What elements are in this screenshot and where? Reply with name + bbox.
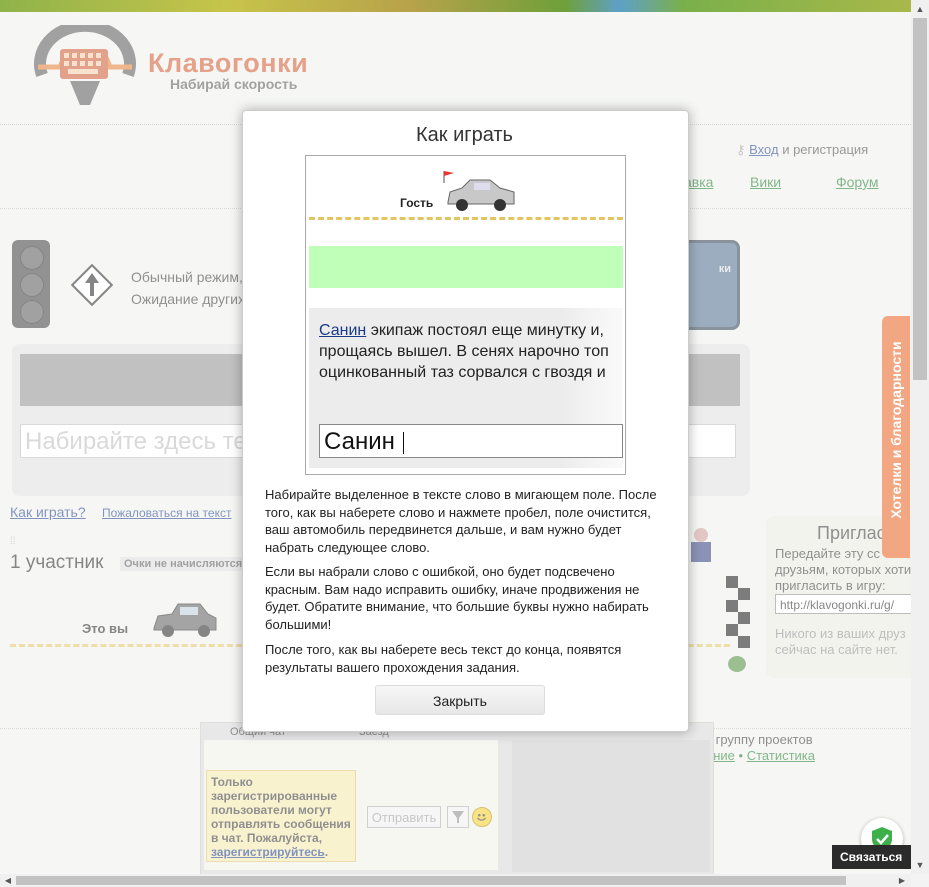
highlighted-word: Санин [319, 322, 367, 339]
demo-input-value: Санин [324, 428, 395, 455]
instruction-paragraph: Если вы набрали слово с ошибкой, оно буд… [265, 564, 649, 632]
demo-line3: оцинкованный таз сорвался с гвоздя и [319, 364, 606, 381]
demo-text-line: Санин экипаж постоял еще минутку и, [319, 320, 624, 341]
demo-line1: экипаж постоял еще минутку и, [366, 322, 604, 339]
vertical-scroll-thumb[interactable] [913, 18, 927, 380]
horizontal-scroll-thumb[interactable] [16, 876, 846, 885]
scroll-right-arrow-icon[interactable]: ▶ [896, 874, 908, 887]
car-icon [447, 179, 515, 211]
contact-button[interactable]: Связаться [832, 845, 912, 869]
demo-player-label: Гость [400, 196, 434, 210]
demo-track [309, 217, 623, 220]
demo-line2: прощаясь вышел. В сенях нарочно топ [319, 343, 609, 360]
scroll-down-arrow-icon[interactable]: ▼ [912, 858, 928, 872]
scroll-up-arrow-icon[interactable]: ▲ [912, 2, 928, 16]
instruction-paragraph: После того, как вы наберете весь текст д… [265, 642, 622, 675]
instruction-paragraph: Набирайте выделенное в тексте слово в ми… [265, 487, 657, 555]
scroll-left-arrow-icon[interactable]: ◀ [2, 874, 14, 887]
top-banner [0, 0, 911, 12]
demo-text: Санин экипаж постоял еще минутку и, прощ… [319, 320, 624, 383]
close-button[interactable]: Закрыть [375, 685, 545, 715]
dialog-title: Как играть [416, 124, 513, 146]
demo-input: Санин [319, 424, 623, 458]
text-cursor [402, 431, 404, 454]
demo-progress-bar [309, 246, 623, 288]
